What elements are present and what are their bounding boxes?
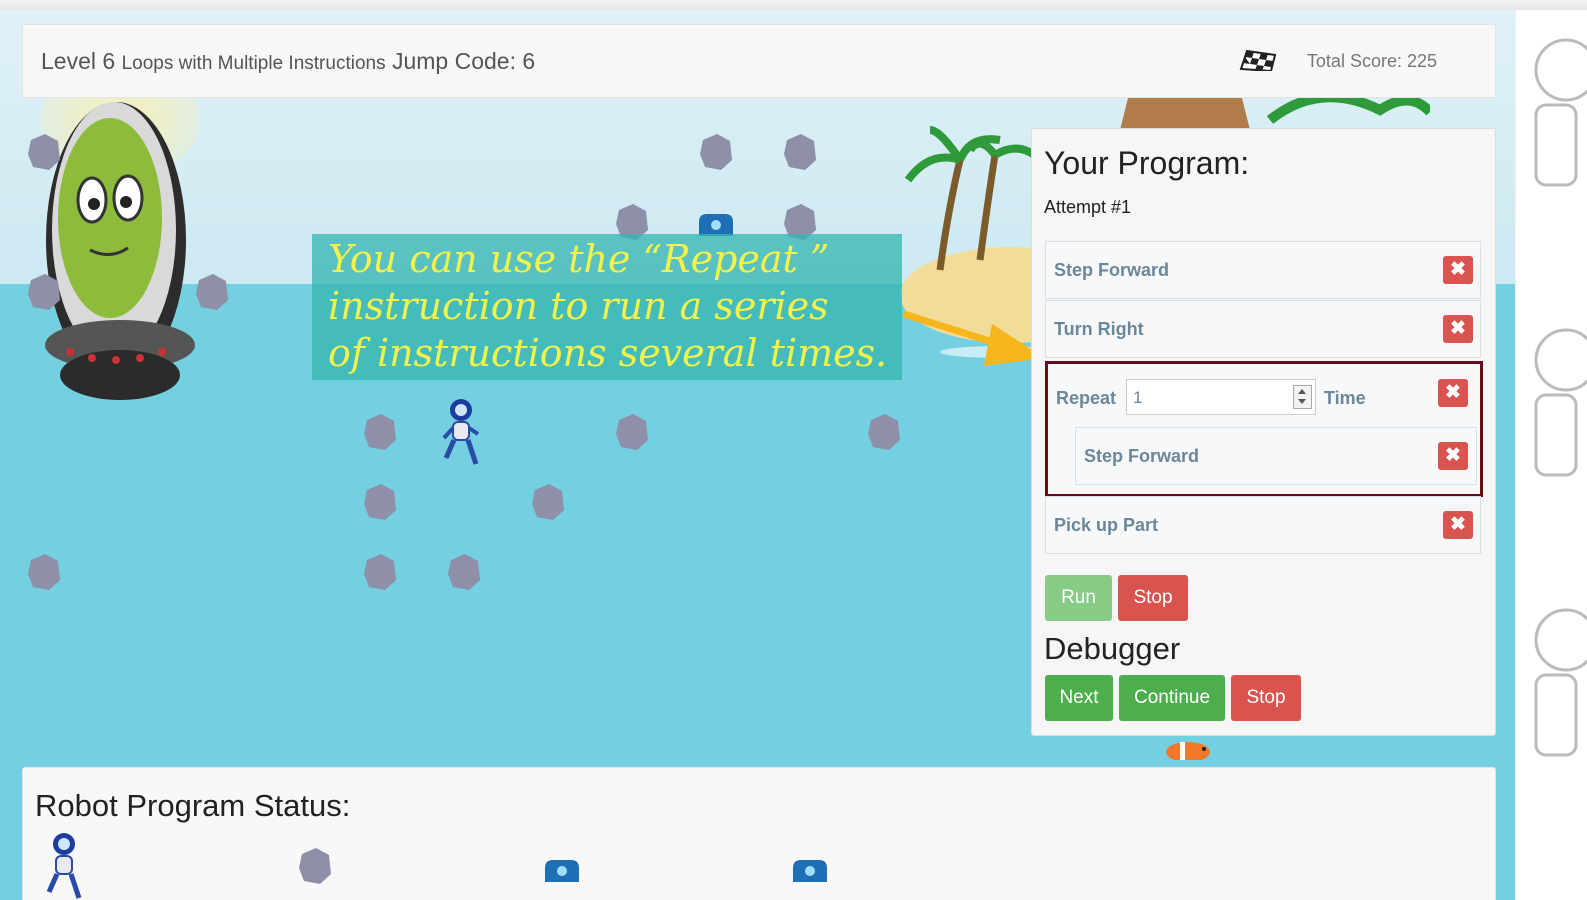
rock-tile bbox=[196, 274, 228, 310]
status-part-icon bbox=[545, 860, 579, 882]
repeat-label: Repeat bbox=[1056, 388, 1117, 408]
attempt-label: Attempt #1 bbox=[1044, 197, 1132, 217]
program-step[interactable]: Turn Right ✖ bbox=[1045, 300, 1481, 358]
rock-tile bbox=[28, 274, 60, 310]
repeat-inner-step[interactable]: Step Forward ✖ bbox=[1075, 427, 1477, 485]
repeat-count-input[interactable]: 1 bbox=[1126, 379, 1316, 415]
rock-tile bbox=[532, 484, 564, 520]
game-stage: You can use the “Repeat ” instruction to… bbox=[0, 10, 1515, 900]
fish-image bbox=[1166, 742, 1210, 760]
step-label: Pick up Part bbox=[1054, 515, 1159, 535]
program-step[interactable]: Step Forward ✖ bbox=[1045, 241, 1481, 299]
rock-tile bbox=[616, 414, 648, 450]
rock-tile bbox=[28, 134, 60, 170]
total-score: Total Score: 225 bbox=[1306, 51, 1437, 71]
rock-tile bbox=[28, 554, 60, 590]
status-rock-icon bbox=[299, 848, 331, 884]
spinner-arrows-icon[interactable] bbox=[1293, 385, 1312, 409]
level-label: Level 6 bbox=[41, 48, 116, 74]
hint-callout: You can use the “Repeat ” instruction to… bbox=[312, 234, 902, 380]
rock-tile bbox=[364, 414, 396, 450]
part-chip-icon bbox=[699, 214, 733, 236]
arrow-icon bbox=[902, 310, 1045, 366]
level-title: Level 6 Loops with Multiple Instructions… bbox=[41, 48, 535, 75]
repeat-block[interactable]: Repeat 1 Time ✖ Step Forward ✖ bbox=[1045, 361, 1483, 497]
repeat-count-value: 1 bbox=[1133, 388, 1143, 407]
stop-button[interactable]: Stop bbox=[1118, 575, 1188, 621]
status-robot-icon bbox=[46, 833, 82, 899]
program-title: Your Program: bbox=[1044, 145, 1250, 181]
robot-status-panel: Robot Program Status: bbox=[22, 767, 1496, 900]
repeat-unit-label: Time bbox=[1324, 388, 1366, 408]
robot-image bbox=[442, 399, 480, 465]
level-subtitle: Loops with Multiple Instructions bbox=[121, 53, 386, 74]
program-panel: Your Program: Attempt #1 Step Forward ✖ … bbox=[1031, 128, 1496, 736]
jump-code: Jump Code: 6 bbox=[391, 48, 536, 74]
remove-step-button[interactable]: ✖ bbox=[1443, 315, 1473, 343]
decorative-sidebar bbox=[1516, 10, 1587, 900]
level-header: Level 6 Loops with Multiple Instructions… bbox=[22, 24, 1496, 98]
remove-inner-step-button[interactable]: ✖ bbox=[1438, 442, 1468, 470]
robot-sketch-image bbox=[1534, 608, 1587, 757]
debugger-stop-button[interactable]: Stop bbox=[1231, 675, 1301, 721]
debugger-continue-button[interactable]: Continue bbox=[1119, 675, 1225, 721]
step-label: Turn Right bbox=[1054, 319, 1144, 339]
run-button[interactable]: Run bbox=[1045, 575, 1112, 621]
debugger-title: Debugger bbox=[1044, 631, 1181, 666]
remove-step-button[interactable]: ✖ bbox=[1443, 256, 1473, 284]
robot-sketch-image bbox=[1534, 38, 1587, 187]
rock-tile bbox=[448, 554, 480, 590]
hint-text: You can use the “Repeat ” instruction to… bbox=[328, 237, 888, 375]
debugger-next-button[interactable]: Next bbox=[1045, 675, 1113, 721]
rock-tile bbox=[868, 414, 900, 450]
remove-step-button[interactable]: ✖ bbox=[1443, 511, 1473, 539]
rock-tile bbox=[784, 134, 816, 170]
inner-step-label: Step Forward bbox=[1084, 446, 1200, 466]
program-step[interactable]: Pick up Part ✖ bbox=[1045, 496, 1481, 554]
robot-sketch-image bbox=[1534, 328, 1587, 477]
rock-tile bbox=[364, 554, 396, 590]
rock-tile bbox=[364, 484, 396, 520]
status-part-icon bbox=[793, 860, 827, 882]
step-label: Step Forward bbox=[1054, 260, 1170, 280]
status-title: Robot Program Status: bbox=[35, 788, 351, 823]
remove-repeat-button[interactable]: ✖ bbox=[1438, 379, 1468, 407]
checkered-flag-icon bbox=[1239, 49, 1277, 71]
rock-tile bbox=[700, 134, 732, 170]
